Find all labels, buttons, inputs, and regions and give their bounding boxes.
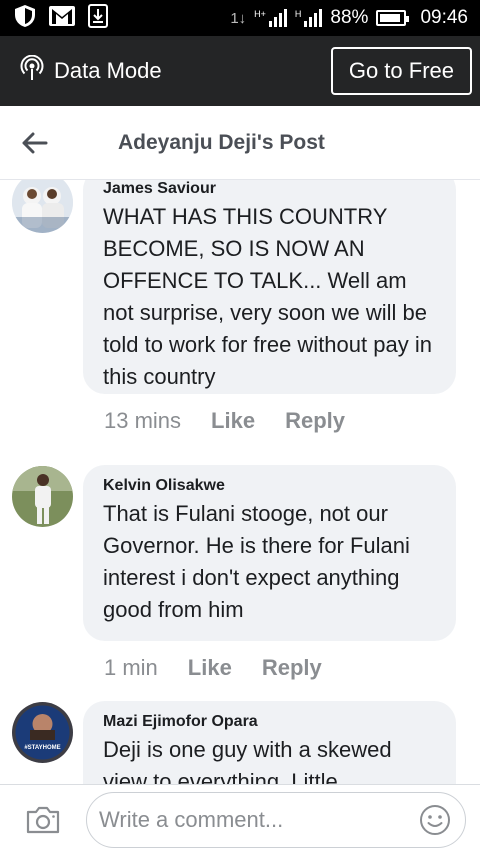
comment-author[interactable]: James Saviour [103, 180, 438, 198]
comment-time: 1 min [104, 655, 158, 680]
comment-actions: 13 mins Like Reply [104, 408, 345, 434]
comment-bubble: James Saviour WHAT HAS THIS COUNTRY BECO… [83, 180, 456, 394]
data-mode-bar: Data Mode Go to Free [0, 36, 480, 106]
gmail-icon [48, 5, 76, 32]
clock: 09:46 [420, 7, 468, 28]
comment-input-box[interactable] [86, 791, 466, 848]
comment-author[interactable]: Mazi Ejimofor Opara [103, 713, 438, 731]
avatar[interactable]: #STAYHOME [12, 702, 73, 763]
go-to-free-button[interactable]: Go to Free [330, 47, 472, 95]
status-system: 1↓ H+ H 88% 09:46 [230, 7, 468, 29]
page-title: Adeyanju Deji's Post [118, 130, 325, 154]
sim1-network-label: H+ [254, 9, 266, 19]
reply-button[interactable]: Reply [262, 655, 322, 681]
emoji-button[interactable] [417, 802, 453, 838]
shield-icon [14, 4, 36, 33]
comment-text: Deji is one guy with a skewed view to ev… [103, 737, 392, 784]
sim2-network-label: H [294, 9, 302, 19]
broadcast-icon [20, 54, 44, 87]
like-button[interactable]: Like [211, 408, 255, 434]
comment-actions: 1 min Like Reply [104, 655, 322, 681]
download-icon [88, 3, 108, 33]
smiley-icon [420, 804, 450, 835]
comment-time: 13 mins [104, 408, 182, 433]
avatar-badge-text: #STAYHOME [24, 745, 60, 751]
reply-button[interactable]: Reply [285, 408, 345, 434]
status-bar: 1↓ H+ H 88% 09:46 [0, 0, 480, 36]
comment-list: James Saviour WHAT HAS THIS COUNTRY BECO… [0, 180, 480, 784]
back-arrow-icon [22, 132, 48, 153]
battery-icon [376, 10, 410, 26]
data-mode-indicator: Data Mode [20, 54, 162, 87]
post-header: Adeyanju Deji's Post [0, 106, 480, 180]
comment-bubble: Kelvin Olisakwe That is Fulani stooge, n… [83, 465, 456, 641]
like-button[interactable]: Like [188, 655, 232, 681]
signal-sim1-icon: H+ [254, 9, 287, 27]
signal-sim2-icon: H [295, 9, 323, 27]
comment-input[interactable] [99, 806, 417, 833]
avatar[interactable] [12, 180, 73, 233]
comment-text: WHAT HAS THIS COUNTRY BECOME, SO IS NOW … [103, 204, 432, 389]
data-speed-indicator: 1↓ [230, 9, 247, 27]
status-notifications [14, 3, 108, 33]
camera-button[interactable] [8, 785, 78, 854]
camera-icon [26, 806, 60, 833]
app-screen: 1↓ H+ H 88% 09:46 Data Mode Go to Free A… [0, 0, 480, 854]
comment-bubble: Mazi Ejimofor Opara Deji is one guy with… [83, 701, 456, 784]
comment-composer [0, 784, 480, 854]
battery-percent: 88% [330, 7, 369, 28]
comment-author[interactable]: Kelvin Olisakwe [103, 477, 438, 495]
data-mode-label: Data Mode [54, 58, 162, 83]
back-button[interactable] [0, 106, 70, 180]
avatar[interactable] [12, 466, 73, 527]
comment-text: That is Fulani stooge, not our Governor.… [103, 501, 410, 622]
